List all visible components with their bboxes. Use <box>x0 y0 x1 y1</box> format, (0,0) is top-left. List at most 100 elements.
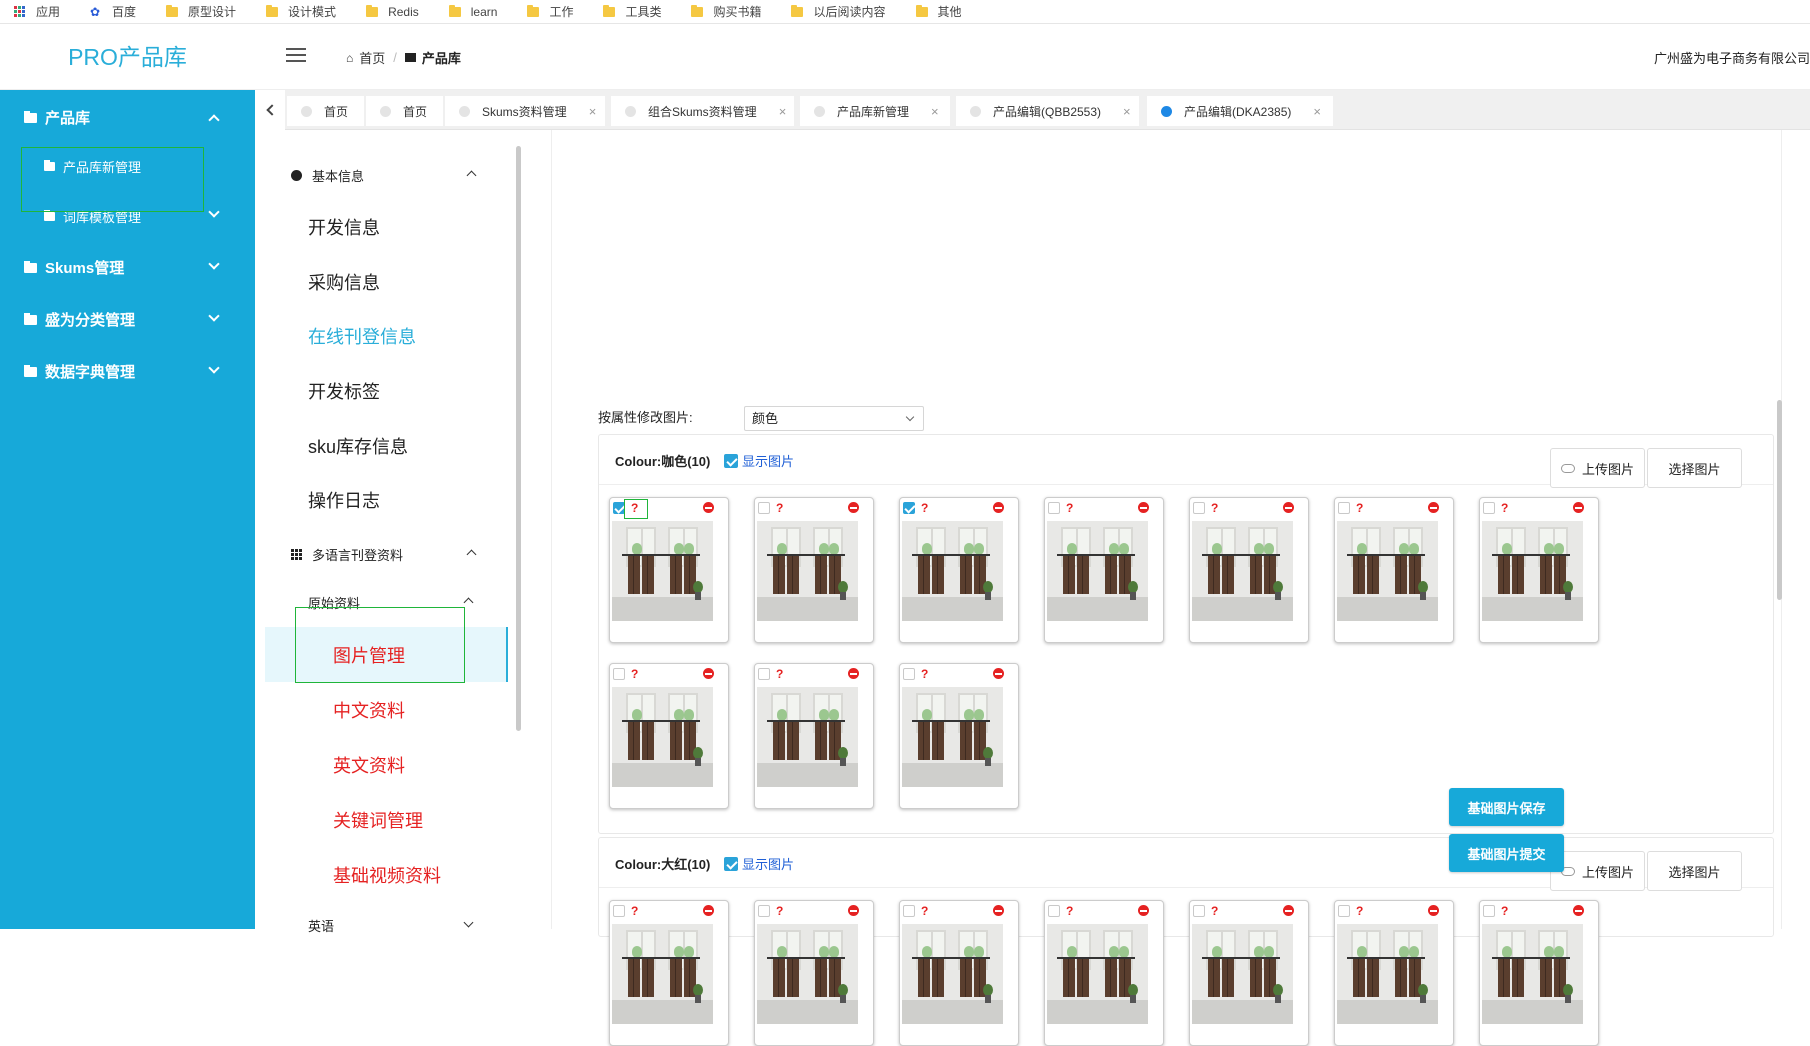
image-checkbox[interactable] <box>903 502 915 514</box>
image-checkbox[interactable] <box>903 668 915 680</box>
nav-raw-keywords[interactable]: 关键词管理 <box>333 807 423 833</box>
nav-section-multilang[interactable]: 多语言刊登资料 <box>291 545 403 564</box>
show-images-toggle[interactable]: 显示图片 <box>724 451 794 470</box>
image-card[interactable]: ? <box>899 663 1019 809</box>
remove-icon[interactable] <box>703 502 714 513</box>
scrollbar[interactable] <box>516 146 521 731</box>
breadcrumb-home[interactable]: 首页 <box>359 48 385 67</box>
chevron-down-icon[interactable] <box>463 917 474 928</box>
bookmark-item[interactable]: Redis <box>366 4 419 19</box>
app-logo[interactable]: PRO产品库 <box>0 24 255 90</box>
question-icon[interactable]: ? <box>921 904 928 918</box>
remove-icon[interactable] <box>703 668 714 679</box>
nav-section-english[interactable]: 英语 <box>308 916 334 935</box>
save-images-button[interactable]: 基础图片保存 <box>1449 788 1564 826</box>
nav-raw-english[interactable]: 英文资料 <box>333 752 405 778</box>
image-checkbox[interactable] <box>1483 502 1495 514</box>
tab-edit-qbb2553[interactable]: 产品编辑(QBB2553) × <box>956 96 1139 126</box>
remove-icon[interactable] <box>848 502 859 513</box>
nav-link-dev-info[interactable]: 开发信息 <box>308 214 380 240</box>
image-card[interactable]: ? <box>609 663 729 809</box>
nav-raw-chinese[interactable]: 中文资料 <box>333 697 405 723</box>
question-icon[interactable]: ? <box>1501 501 1508 515</box>
image-checkbox[interactable] <box>758 668 770 680</box>
chevron-up-icon[interactable] <box>466 549 477 560</box>
remove-icon[interactable] <box>848 905 859 916</box>
submit-images-button[interactable]: 基础图片提交 <box>1449 834 1564 872</box>
tab-home-2[interactable]: 首页 <box>366 96 443 126</box>
nav-link-online-listing[interactable]: 在线刊登信息 <box>308 323 416 349</box>
image-card[interactable]: ? <box>1189 900 1309 1046</box>
nav-link-purchase-info[interactable]: 采购信息 <box>308 269 380 295</box>
remove-icon[interactable] <box>1283 502 1294 513</box>
bookmark-item[interactable]: 购买书籍 <box>691 3 761 20</box>
bookmark-item[interactable]: 设计模式 <box>266 3 336 20</box>
question-icon[interactable]: ? <box>1356 904 1363 918</box>
remove-icon[interactable] <box>1138 502 1149 513</box>
image-card[interactable]: ? <box>754 497 874 643</box>
image-card[interactable]: ? <box>754 663 874 809</box>
image-card[interactable]: ? <box>1189 497 1309 643</box>
image-checkbox[interactable] <box>758 905 770 917</box>
question-icon[interactable]: ? <box>631 904 638 918</box>
image-checkbox[interactable] <box>903 905 915 917</box>
image-card[interactable]: ? <box>1044 900 1164 1046</box>
remove-icon[interactable] <box>1573 502 1584 513</box>
image-checkbox[interactable] <box>1338 905 1350 917</box>
image-card[interactable]: ? <box>1479 497 1599 643</box>
remove-icon[interactable] <box>993 905 1004 916</box>
tab-prev-button[interactable] <box>255 90 285 130</box>
chevron-down-icon[interactable] <box>208 206 220 218</box>
tab-product-library-new[interactable]: 产品库新管理 × <box>800 96 950 126</box>
remove-icon[interactable] <box>1283 905 1294 916</box>
image-checkbox[interactable] <box>758 502 770 514</box>
question-icon[interactable]: ? <box>921 667 928 681</box>
remove-icon[interactable] <box>1428 905 1439 916</box>
image-card[interactable]: ? <box>899 497 1019 643</box>
tab-edit-dka2385[interactable]: 产品编辑(DKA2385) × <box>1147 96 1333 126</box>
chevron-up-icon[interactable] <box>463 597 474 608</box>
checkbox-checked[interactable] <box>724 856 738 871</box>
image-card[interactable]: ? <box>899 900 1019 1046</box>
image-checkbox[interactable] <box>1048 502 1060 514</box>
image-checkbox[interactable] <box>1483 905 1495 917</box>
question-icon[interactable]: ? <box>1066 501 1073 515</box>
tab-skums[interactable]: Skums资料管理 × <box>445 96 605 126</box>
attr-select[interactable]: 颜色 <box>744 406 924 431</box>
nav-section-basic[interactable]: 基本信息 <box>291 166 364 185</box>
close-icon[interactable]: × <box>589 104 597 119</box>
question-icon[interactable]: ? <box>776 501 783 515</box>
menu-toggle-icon[interactable] <box>286 48 306 64</box>
sidebar-group-product-library[interactable]: 产品库 <box>24 107 90 128</box>
chevron-down-icon[interactable] <box>208 310 220 322</box>
remove-icon[interactable] <box>993 668 1004 679</box>
image-checkbox[interactable] <box>1193 502 1205 514</box>
image-card[interactable]: ? <box>1044 497 1164 643</box>
sidebar-group-category[interactable]: 盛为分类管理 <box>24 309 135 330</box>
bookmark-item[interactable]: learn <box>448 4 497 19</box>
question-icon[interactable]: ? <box>1501 904 1508 918</box>
image-checkbox[interactable] <box>1048 905 1060 917</box>
tab-combo-skums[interactable]: 组合Skums资料管理 × <box>611 96 794 126</box>
bookmark-item[interactable]: 其他 <box>915 3 962 20</box>
close-icon[interactable]: × <box>1123 104 1131 119</box>
question-icon[interactable]: ? <box>1066 904 1073 918</box>
chevron-down-icon[interactable] <box>208 258 220 270</box>
remove-icon[interactable] <box>1573 905 1584 916</box>
nav-link-dev-tags[interactable]: 开发标签 <box>308 378 380 404</box>
bookmark-item[interactable]: 以后阅读内容 <box>791 3 886 20</box>
remove-icon[interactable] <box>703 905 714 916</box>
close-icon[interactable]: × <box>931 104 939 119</box>
chevron-up-icon[interactable] <box>208 114 220 126</box>
remove-icon[interactable] <box>993 502 1004 513</box>
image-card[interactable]: ? <box>609 900 729 1046</box>
select-image-button[interactable]: 选择图片 <box>1647 851 1742 891</box>
image-card[interactable]: ? <box>609 497 729 643</box>
question-icon[interactable]: ? <box>1356 501 1363 515</box>
image-card[interactable]: ? <box>1334 900 1454 1046</box>
image-card[interactable]: ? <box>1334 497 1454 643</box>
image-checkbox[interactable] <box>1338 502 1350 514</box>
nav-raw-video[interactable]: 基础视频资料 <box>333 862 441 888</box>
nav-link-operation-log[interactable]: 操作日志 <box>308 487 380 513</box>
checkbox-checked[interactable] <box>724 453 738 468</box>
